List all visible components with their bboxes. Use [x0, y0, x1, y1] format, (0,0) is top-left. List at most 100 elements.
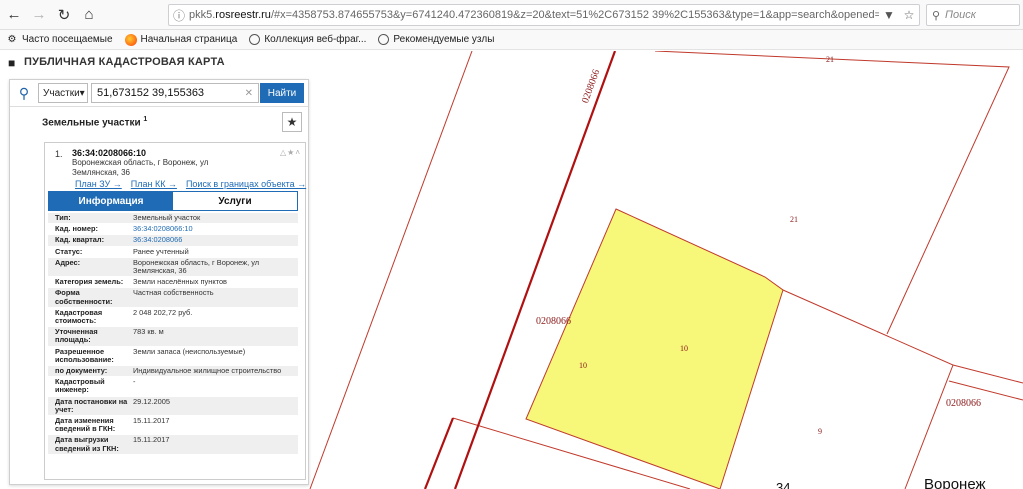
url-text[interactable]: pkk5.rosreestr.ru/#x=4358753.874655753&y…	[189, 9, 879, 21]
find-button[interactable]: Найти	[260, 83, 304, 103]
info-key: Разрешенное использование:	[55, 346, 114, 364]
info-key: Статус:	[55, 246, 83, 256]
clear-icon[interactable]: ✕	[245, 88, 253, 99]
parcel-label: 10	[680, 344, 688, 353]
info-row: Кадастровый инженер: -	[48, 377, 298, 397]
pocket-icon[interactable]: ▼	[879, 8, 899, 22]
info-row: Адрес: Воронежская область, г Воронеж, ул…	[48, 257, 298, 278]
rosreestr-logo-icon: ■	[8, 56, 16, 70]
bookmark-start[interactable]: Начальная страница	[124, 33, 238, 46]
bookmark-suggested[interactable]: Рекомендуемые узлы	[378, 34, 494, 45]
parcel-label: 10	[579, 361, 587, 370]
browser-navbar: ← → ↻ ⌂ ⓘ pkk5.rosreestr.ru/#x=4358753.8…	[0, 0, 1023, 30]
coordinates-input[interactable]: 51,673152 39,155363 ✕	[91, 83, 259, 103]
forward-icon[interactable]: →	[28, 4, 50, 26]
info-row: Категория земель: Земли населённых пункто…	[48, 277, 298, 289]
info-value: Земли запаса (неиспользуемые)	[133, 346, 246, 356]
info-key: Уточненная площадь:	[55, 327, 98, 345]
result-address: Воронежская область, г Воронеж, ул Земля…	[72, 158, 209, 177]
search-input[interactable]: ⚲ Поиск	[926, 4, 1020, 26]
info-value: Земли населённых пунктов	[133, 277, 227, 287]
info-row: Уточненная площадь: 783 кв. м	[48, 327, 298, 347]
info-value: Частная собственность	[133, 288, 214, 298]
page-title: ПУБЛИЧНАЯ КАДАСТРОВАЯ КАРТА	[24, 56, 225, 68]
bookmark-frequent[interactable]: ⚙ Часто посещаемые	[6, 34, 113, 46]
bookmark-label: Часто посещаемые	[22, 34, 113, 45]
bookmark-webslices[interactable]: Коллекция веб-фраг...	[249, 34, 366, 45]
info-icon[interactable]: ⓘ	[169, 7, 189, 24]
bookmark-label: Рекомендуемые узлы	[393, 34, 495, 45]
info-row: Дата изменения сведений в ГКН: 15.11.2017	[48, 416, 298, 436]
info-row: Кад. квартал: 36:34:0208066	[48, 235, 298, 247]
info-value: Земельный участок	[133, 213, 201, 222]
info-value: 15.11.2017	[133, 416, 170, 426]
info-value: Воронежская область, г Воронеж, ул Земля…	[133, 257, 260, 276]
info-key: Тип:	[55, 213, 71, 222]
parcel-plan-link[interactable]: План ЗУ →	[75, 179, 122, 189]
info-value[interactable]: 36:34:0208066:10	[131, 224, 298, 234]
info-row: Кад. номер: 36:34:0208066:10	[48, 224, 298, 236]
app-header: ■ ПУБЛИЧНАЯ КАДАСТРОВАЯ КАРТА	[8, 56, 225, 70]
map-label: 21	[790, 215, 798, 224]
object-type-select[interactable]: Участки ▾	[38, 83, 88, 103]
info-key: Кад. квартал:	[55, 235, 105, 245]
search-panel: ⚲ Участки ▾ 51,673152 39,155363 ✕ Найти Зе…	[9, 79, 309, 485]
quarter-plan-link[interactable]: План КК →	[131, 179, 177, 189]
info-row: Тип: Земельный участок	[48, 213, 298, 225]
cadastral-number[interactable]: 36:34:0208066:10	[72, 148, 146, 158]
address-bar[interactable]: ⓘ pkk5.rosreestr.ru/#x=4358753.874655753…	[168, 4, 920, 26]
info-row: Форма собственности: Частная собственност…	[48, 288, 298, 308]
info-key: Категория земель:	[55, 277, 124, 287]
favorite-star-button[interactable]: ★	[282, 112, 302, 132]
bookmark-label: Начальная страница	[140, 34, 238, 45]
section-title: Земельные участки 1	[42, 116, 147, 128]
info-value: -	[133, 377, 136, 387]
parcel-label: 9	[818, 427, 822, 436]
info-table: Тип: Земельный участок Кад. номер: 36:34:02…	[48, 213, 298, 455]
globe-icon	[249, 34, 261, 45]
bookmarks-bar: ⚙ Часто посещаемые Начальная страница Кол…	[0, 30, 1023, 50]
info-value: 29.12.2005	[133, 396, 170, 406]
gear-icon: ⚙	[7, 34, 17, 45]
info-value: 15.11.2017	[133, 435, 170, 445]
info-key: Кад. номер:	[55, 224, 98, 234]
parcel-label: 34	[776, 480, 791, 489]
home-icon[interactable]: ⌂	[78, 4, 100, 26]
info-key: Кадастровый инженер:	[55, 377, 105, 395]
info-value: 783 кв. м	[133, 327, 164, 337]
search-row: ⚲ Участки ▾ 51,673152 39,155363 ✕ Найти	[10, 80, 308, 107]
block-label: 0208066	[536, 316, 571, 327]
block-label: 0208066	[946, 398, 981, 409]
reload-icon[interactable]: ↻	[53, 4, 75, 26]
bookmark-star-icon[interactable]: ☆	[899, 8, 919, 22]
map-label: 21	[826, 55, 834, 64]
search-icon[interactable]: ⚲	[10, 85, 38, 102]
bookmark-label: Коллекция веб-фраг...	[264, 34, 367, 45]
info-key: Дата постановки на учет:	[55, 396, 128, 414]
firefox-icon	[124, 33, 137, 46]
info-row: Разрешенное использование: Земли запаса (…	[48, 346, 298, 367]
back-icon[interactable]: ←	[3, 4, 25, 26]
select-value: Участки	[43, 87, 80, 99]
result-count: 1	[143, 115, 148, 123]
info-value: Ранее учтенный	[133, 246, 189, 256]
info-value: 2 048 202,72 руб.	[133, 307, 193, 317]
result-number: 1.	[55, 149, 63, 159]
info-row: Дата постановки на учет: 29.12.2005	[48, 396, 298, 417]
result-action-icons[interactable]: △★˄	[280, 148, 301, 157]
info-key: по документу:	[55, 366, 108, 376]
tab-info[interactable]: Информация	[49, 192, 173, 210]
info-key: Форма собственности:	[55, 288, 113, 306]
result-links: План ЗУ → План КК → Поиск в границах объ…	[75, 179, 315, 189]
selected-parcel[interactable]	[525, 208, 784, 489]
info-row: Дата выгрузки сведений из ГКН: 15.11.2017	[48, 435, 298, 455]
info-value: Индивидуальное жилищное строительство	[133, 366, 282, 376]
section-title-text: Земельные участки	[42, 117, 141, 129]
tab-services[interactable]: Услуги	[173, 192, 297, 210]
info-value[interactable]: 36:34:0208066	[131, 235, 298, 245]
street-label: Воронеж	[924, 476, 986, 489]
search-within-link[interactable]: Поиск в границах объекта →	[186, 179, 306, 189]
result-card: 1. 36:34:0208066:10 Воронежская область,…	[44, 142, 306, 480]
info-row: Кадастровая стоимость: 2 048 202,72 руб.	[48, 307, 298, 328]
info-row: по документу: Индивидуальное жилищное стр…	[48, 366, 298, 378]
